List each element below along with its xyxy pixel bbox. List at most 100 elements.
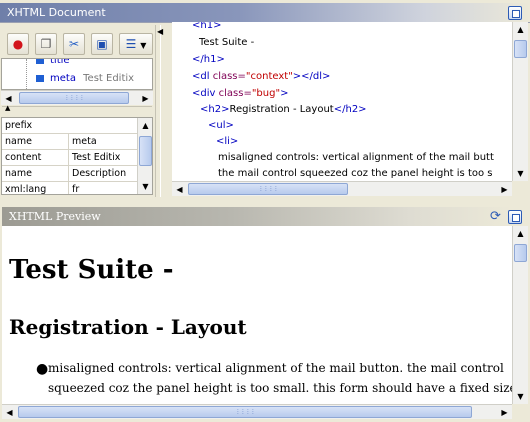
splitter-vertical[interactable] — [155, 25, 161, 197]
copy-icon: ❐ — [40, 37, 52, 51]
scrollbar-thumb[interactable] — [514, 40, 527, 58]
scroll-right-arrow[interactable]: ▶ — [138, 91, 153, 106]
code-line: <dl class="context"></dl> — [192, 69, 330, 85]
tree-item-title[interactable]: title — [36, 59, 70, 68]
refresh-icon[interactable]: ⟳ — [490, 209, 501, 224]
element-tree: title meta Test Editix — [1, 58, 153, 90]
preview-list-line: misaligned controls: vertical alignment … — [48, 361, 504, 375]
attribute-value: meta — [72, 136, 97, 147]
code-tag: <ul> — [208, 120, 234, 131]
element-icon — [36, 74, 44, 82]
cut-button[interactable]: ✂ — [63, 33, 85, 55]
preview-heading-2: Registration - Layout — [9, 315, 247, 339]
column-divider — [68, 134, 69, 150]
scrollbar-thumb[interactable] — [139, 136, 152, 166]
preview-list-item: misaligned controls: vertical alignment … — [48, 358, 512, 398]
column-divider — [68, 150, 69, 166]
view-options-button[interactable]: ☰ ▼ — [119, 33, 153, 55]
code-tag: <h2> — [200, 104, 230, 115]
scissors-icon: ✂ — [68, 37, 80, 51]
code-line: <div class="bug"> — [192, 86, 288, 102]
table-row[interactable]: xml:lang fr — [2, 182, 137, 195]
code-line: <h2>Registration - Layout</h2> — [200, 102, 367, 118]
scroll-down-arrow[interactable]: ▼ — [513, 166, 528, 181]
maximize-document-button[interactable] — [508, 6, 522, 20]
select-icon: ▣ — [96, 37, 108, 51]
bullet-icon: ● — [36, 361, 49, 377]
code-line: <h1> — [192, 22, 221, 34]
attribute-value: Description — [72, 168, 127, 179]
table-row[interactable]: name Description — [2, 166, 137, 182]
attribute-name: name — [5, 168, 32, 179]
attribute-table: prefix name meta content Test Editix nam… — [1, 117, 153, 195]
attribute-value: Test Editix — [72, 152, 121, 163]
preview-heading-1: Test Suite - — [9, 255, 174, 285]
tree-item-meta[interactable]: meta Test Editix — [36, 72, 134, 86]
preview-list-line: squeezed coz the panel height is too sma… — [48, 381, 512, 395]
code-line: <li> — [216, 134, 238, 150]
scroll-left-arrow[interactable]: ◀ — [172, 182, 187, 197]
code-tag: ></dl> — [292, 71, 331, 82]
attribute-name: xml:lang — [5, 184, 47, 195]
code-line: </h1> — [192, 52, 225, 68]
preview-horizontal-scrollbar[interactable]: ◀ ⋮⋮⋮⋮ ▶ — [2, 404, 512, 419]
preview-vertical-scrollbar[interactable]: ▲ ▼ — [512, 226, 528, 404]
tree-item-value: Test Editix — [83, 73, 135, 84]
scrollbar-thumb[interactable] — [514, 244, 527, 262]
preview-title: XHTML Preview — [9, 210, 101, 223]
scroll-down-arrow[interactable]: ▼ — [513, 389, 528, 404]
table-row[interactable]: prefix — [2, 118, 137, 134]
splitter-horizontal[interactable]: ▲ — [2, 104, 152, 115]
document-titlebar: XHTML Document — [0, 3, 530, 23]
scroll-down-arrow[interactable]: ▼ — [138, 179, 152, 194]
attribute-vertical-scrollbar[interactable]: ▲ ▼ — [137, 118, 152, 194]
collapse-left-icon[interactable]: ◀ — [157, 27, 163, 36]
code-text: Test Suite - — [199, 37, 255, 48]
chevron-down-icon: ▼ — [140, 41, 147, 50]
tree-horizontal-scrollbar[interactable]: ◀ ⋮⋮⋮⋮ ▶ — [1, 90, 153, 105]
preview-pane: Test Suite - Registration - Layout ● mis… — [2, 226, 512, 404]
scroll-left-arrow[interactable]: ◀ — [2, 405, 17, 420]
scrollbar-thumb[interactable]: ⋮⋮⋮⋮ — [188, 183, 348, 195]
code-text: Registration - Layout — [229, 104, 334, 115]
code-attr: class= — [209, 71, 246, 82]
editor-vertical-scrollbar[interactable]: ▲ ▼ — [512, 22, 528, 181]
code-line: <ul> — [208, 118, 234, 134]
code-attr: class= — [215, 88, 252, 99]
editor-horizontal-scrollbar[interactable]: ◀ ⋮⋮⋮⋮ ▶ — [172, 181, 512, 196]
scroll-right-arrow[interactable]: ▶ — [497, 405, 512, 420]
tree-line — [26, 59, 27, 89]
code-tag: <li> — [216, 136, 239, 147]
code-tag: <div — [192, 88, 216, 99]
copy-button[interactable]: ❐ — [35, 33, 57, 55]
maximize-preview-button[interactable] — [508, 210, 522, 224]
code-tag: <dl — [192, 71, 210, 82]
scrollbar-thumb[interactable]: ⋮⋮⋮⋮ — [18, 406, 472, 418]
code-tag: </h1> — [192, 54, 225, 65]
attribute-name: name — [5, 136, 32, 147]
scroll-right-arrow[interactable]: ▶ — [497, 182, 512, 197]
table-row[interactable]: content Test Editix — [2, 150, 137, 166]
code-text: misaligned controls: vertical alignment … — [218, 152, 494, 163]
column-divider — [68, 166, 69, 182]
code-string: "bug" — [251, 88, 281, 99]
scroll-up-arrow[interactable]: ▲ — [513, 226, 528, 241]
document-title: XHTML Document — [7, 6, 106, 19]
code-text: the mail control squeezed coz the panel … — [218, 168, 493, 179]
scrollbar-thumb[interactable]: ⋮⋮⋮⋮ — [19, 92, 129, 104]
insert-element-button[interactable]: ● — [7, 33, 29, 55]
tree-item-label: meta — [50, 73, 76, 84]
code-line: Test Suite - — [199, 35, 254, 51]
code-line: misaligned controls: vertical alignment … — [218, 150, 494, 166]
code-string: "context" — [245, 71, 293, 82]
select-button[interactable]: ▣ — [91, 33, 113, 55]
code-line: the mail control squeezed coz the panel … — [218, 166, 493, 181]
code-tag: > — [280, 88, 289, 99]
table-row[interactable]: name meta — [2, 134, 137, 150]
scroll-up-arrow[interactable]: ▲ — [138, 118, 152, 133]
scroll-up-arrow[interactable]: ▲ — [513, 22, 528, 37]
code-tag: </h2> — [333, 104, 367, 115]
collapse-up-icon[interactable]: ▲ — [5, 104, 10, 112]
source-editor[interactable]: <h1> Test Suite - </h1> <dl class="conte… — [172, 22, 512, 181]
element-icon — [36, 59, 44, 64]
